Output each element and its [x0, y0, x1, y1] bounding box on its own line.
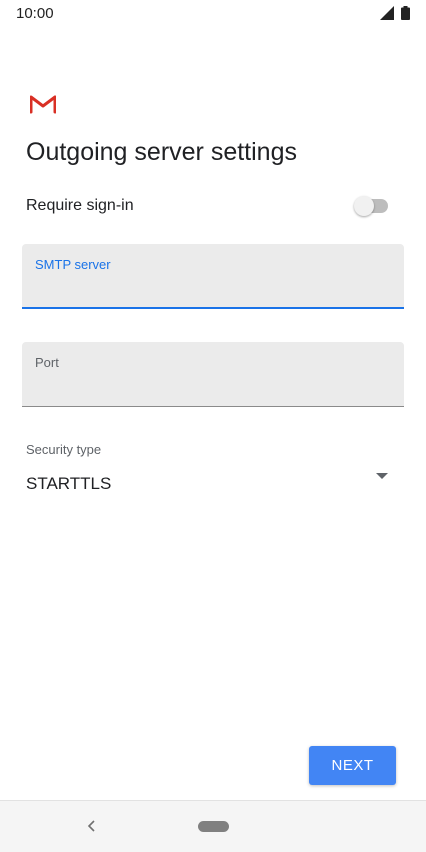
port-input[interactable] [35, 374, 385, 396]
smtp-server-label: SMTP server [35, 257, 111, 272]
navigation-bar [0, 800, 426, 852]
require-signin-toggle[interactable] [354, 196, 390, 216]
status-bar: 10:00 [0, 0, 426, 28]
require-signin-label: Require sign-in [26, 197, 134, 214]
dropdown-arrow-icon [376, 473, 388, 479]
home-pill[interactable] [198, 821, 229, 832]
status-time: 10:00 [16, 5, 54, 22]
toggle-thumb [354, 196, 374, 216]
security-type-value: STARTTLS [26, 474, 112, 493]
battery-icon [401, 6, 410, 20]
page-title: Outgoing server settings [26, 138, 297, 166]
smtp-server-field[interactable]: SMTP server [22, 244, 404, 309]
security-type-dropdown[interactable]: STARTTLS [22, 464, 404, 502]
next-button[interactable]: NEXT [309, 746, 396, 785]
port-field[interactable]: Port [22, 342, 404, 407]
port-label: Port [35, 355, 59, 370]
security-type-label: Security type [26, 442, 102, 457]
gmail-logo-icon [30, 95, 56, 114]
back-icon[interactable] [87, 819, 97, 833]
signal-icon [380, 6, 394, 20]
screen: 10:00 Outgoing server settings Require s… [0, 0, 426, 852]
smtp-server-input[interactable] [35, 276, 385, 298]
